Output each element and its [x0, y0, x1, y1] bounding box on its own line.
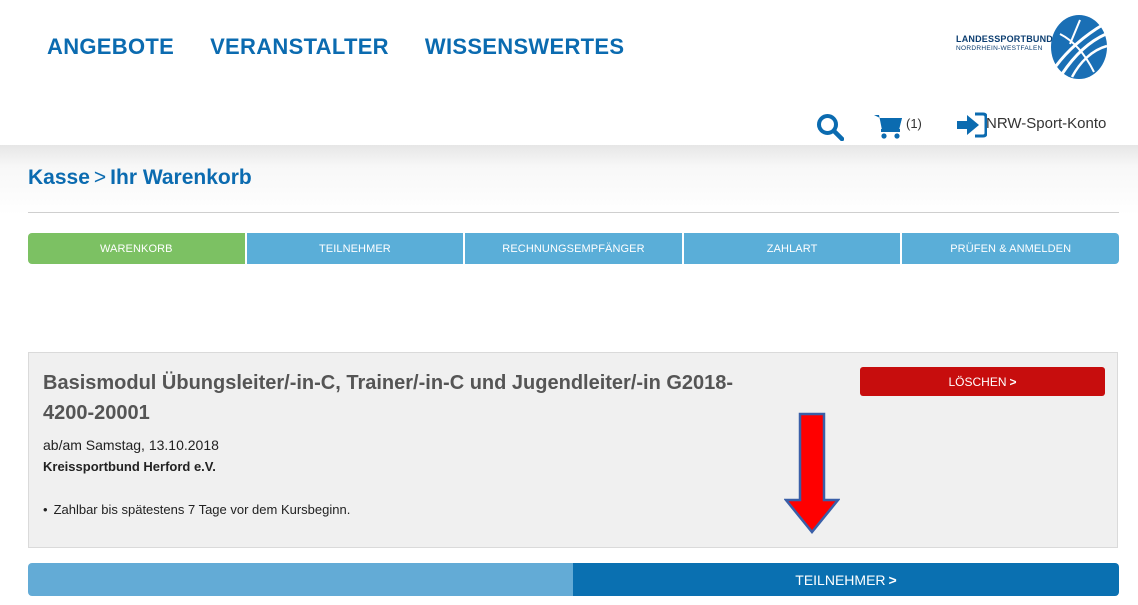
nav-item-veranstalter[interactable]: VERANSTALTER — [210, 34, 389, 60]
course-organizer: Kreissportbund Herford e.V. — [43, 459, 216, 474]
logo-text: LANDESSPORTBUND NORDRHEIN-WESTFALEN — [956, 34, 1053, 52]
course-date: ab/am Samstag, 13.10.2018 — [43, 437, 219, 453]
breadcrumb-item-kasse[interactable]: Kasse — [28, 166, 90, 189]
step-rechnungsempfaenger[interactable]: RECHNUNGSEMPFÄNGER — [465, 233, 682, 264]
divider — [28, 212, 1119, 213]
breadcrumb: Kasse > Ihr Warenkorb — [28, 166, 252, 190]
checkout-steps: WARENKORB TEILNEHMER RECHNUNGSEMPFÄNGER … — [28, 233, 1119, 264]
red-arrow-down-icon — [784, 412, 840, 534]
utility-bar: (1) NRW-Sport-Konto — [0, 108, 1138, 141]
logo-emblem-icon — [1051, 15, 1108, 79]
next-button-label: TEILNEHMER — [795, 571, 886, 588]
search-icon[interactable] — [816, 113, 844, 141]
step-teilnehmer[interactable]: TEILNEHMER — [246, 233, 464, 264]
nav-item-wissenswertes[interactable]: WISSENSWERTES — [425, 34, 624, 60]
payment-note: • Zahlbar bis spätestens 7 Tage vor dem K… — [43, 502, 350, 517]
payment-note-text: Zahlbar bis spätestens 7 Tage vor dem Ku… — [53, 502, 351, 517]
course-title: Basismodul Übungsleiter/-in-C, Trainer/-… — [43, 372, 734, 424]
chevron-right-icon: > — [888, 571, 897, 588]
bullet-icon: • — [43, 502, 48, 517]
logo-line-2: NORDRHEIN-WESTFALEN — [956, 45, 1043, 52]
delete-button[interactable]: LÖSCHEN > — [860, 367, 1105, 396]
logo-line-1: LANDESSPORTBUND — [956, 34, 1054, 44]
brand-logo[interactable]: LANDESSPORTBUND NORDRHEIN-WESTFALEN — [956, 12, 1108, 82]
checkout-footer: TEILNEHMER > — [28, 563, 1119, 596]
delete-button-label: LÖSCHEN — [948, 374, 1007, 389]
step-zahlart[interactable]: ZAHLART — [683, 233, 901, 264]
next-teilnehmer-button[interactable]: TEILNEHMER > — [573, 563, 1119, 596]
breadcrumb-separator: > — [93, 166, 107, 189]
nav-item-angebote[interactable]: ANGEBOTE — [47, 34, 174, 60]
step-warenkorb[interactable]: WARENKORB — [28, 233, 245, 264]
cart-count-badge[interactable]: (1) — [906, 116, 922, 131]
page-title: Ihr Warenkorb — [110, 166, 252, 189]
cart-icon[interactable] — [873, 113, 903, 139]
back-area — [28, 563, 573, 596]
cart-item-card: Basismodul Übungsleiter/-in-C, Trainer/-… — [28, 352, 1118, 548]
chevron-right-icon: > — [1009, 374, 1017, 389]
sign-in-icon[interactable] — [955, 112, 987, 138]
step-pruefen-anmelden[interactable]: PRÜFEN & ANMELDEN — [902, 233, 1119, 264]
account-link[interactable]: NRW-Sport-Konto — [986, 115, 1106, 132]
main-nav: ANGEBOTE VERANSTALTER WISSENSWERTES — [47, 34, 624, 60]
